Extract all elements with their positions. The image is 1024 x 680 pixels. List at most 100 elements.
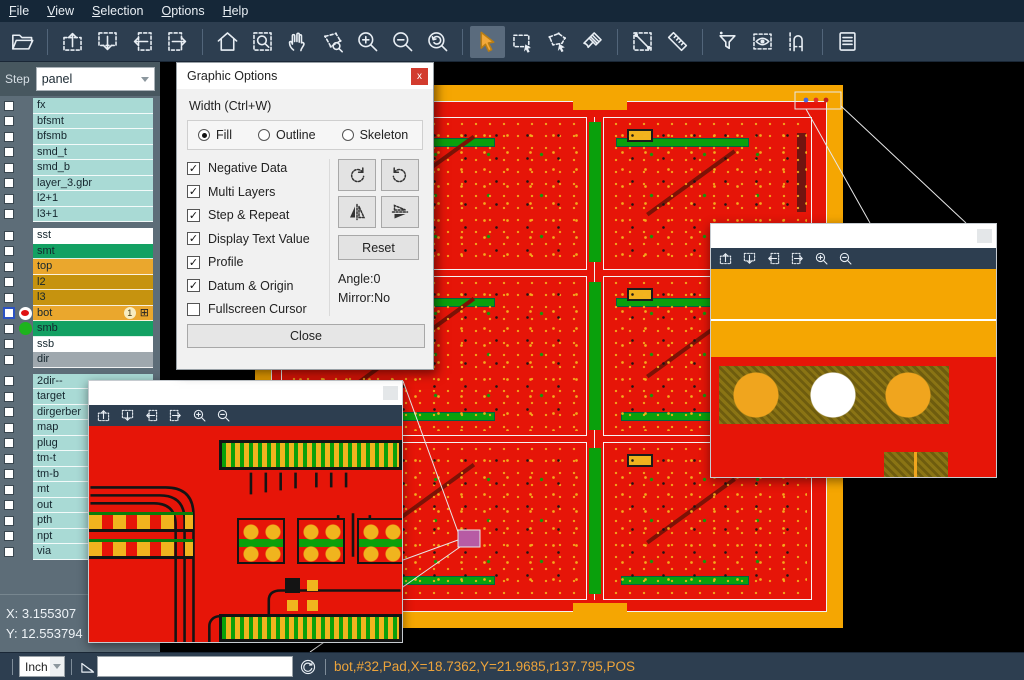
option-datum-origin[interactable]: ✓Datum & Origin <box>187 279 329 293</box>
option-negative-data[interactable]: ✓Negative Data <box>187 161 329 175</box>
layer-row-bfsmb[interactable]: bfsmb <box>0 129 160 145</box>
layer-row-sst[interactable]: sst <box>0 228 160 244</box>
grid-icon[interactable]: ⊞ <box>140 307 149 318</box>
radio-fill[interactable]: Fill <box>198 128 232 142</box>
layer-checkbox[interactable] <box>4 324 14 334</box>
zoom-in-button[interactable] <box>814 251 829 266</box>
radio-skeleton[interactable]: Skeleton <box>342 128 409 142</box>
select-arrow-button[interactable] <box>470 26 505 58</box>
popup-menu-button[interactable] <box>977 229 992 243</box>
layer-checkbox[interactable] <box>4 485 14 495</box>
pan-up-button[interactable] <box>718 251 733 266</box>
zoom-window-button[interactable] <box>245 26 280 58</box>
zoom-out-button[interactable] <box>216 408 231 423</box>
layer-checkbox[interactable] <box>4 531 14 541</box>
select-polygon-button[interactable] <box>540 26 575 58</box>
shift-down-button[interactable] <box>90 26 125 58</box>
select-rect-button[interactable] <box>505 26 540 58</box>
layer-label[interactable]: sst <box>33 228 153 244</box>
zoom-out-button[interactable] <box>838 251 853 266</box>
layer-checkbox[interactable] <box>4 262 14 272</box>
command-input[interactable] <box>97 656 293 677</box>
layer-label[interactable]: bfsmt <box>33 114 153 130</box>
pan-down-button[interactable] <box>742 251 757 266</box>
layer-checkbox[interactable] <box>4 355 14 365</box>
open-file-button[interactable] <box>5 26 40 58</box>
layer-checkbox[interactable] <box>4 454 14 464</box>
pan-right-button[interactable] <box>790 251 805 266</box>
layer-label[interactable]: smd_t <box>33 145 153 161</box>
layer-checkbox[interactable] <box>4 469 14 479</box>
snap-magnet-button[interactable] <box>780 26 815 58</box>
zoom-polygon-button[interactable] <box>315 26 350 58</box>
layer-row-dir[interactable]: dir <box>0 352 160 368</box>
layer-checkbox[interactable] <box>4 407 14 417</box>
layer-checkbox[interactable] <box>3 307 15 319</box>
layer-row-l3[interactable]: l3 <box>0 290 160 306</box>
pan-left-button[interactable] <box>766 251 781 266</box>
layer-label[interactable]: top <box>33 259 153 275</box>
refresh-icon[interactable] <box>299 658 317 676</box>
popup-zoom-view[interactable] <box>89 426 402 642</box>
layer-label[interactable]: ssb <box>33 337 153 353</box>
layer-checkbox[interactable] <box>4 516 14 526</box>
layer-checkbox[interactable] <box>4 178 14 188</box>
reset-button[interactable]: Reset <box>338 235 419 260</box>
layer-checkbox[interactable] <box>4 132 14 142</box>
menu-options[interactable]: Options <box>161 4 204 18</box>
layer-checkbox[interactable] <box>4 277 14 287</box>
zoom-in-button[interactable] <box>350 26 385 58</box>
shift-up-button[interactable] <box>55 26 90 58</box>
zoom-out-button[interactable] <box>385 26 420 58</box>
layer-label[interactable]: dir <box>33 352 153 368</box>
layer-table-button[interactable] <box>830 26 865 58</box>
layer-checkbox[interactable] <box>4 231 14 241</box>
layer-checkbox[interactable] <box>4 500 14 510</box>
pan-up-button[interactable] <box>96 408 111 423</box>
layer-checkbox[interactable] <box>4 547 14 557</box>
layer-row-ssb[interactable]: ssb <box>0 337 160 353</box>
layer-checkbox[interactable] <box>4 376 14 386</box>
mirror-horizontal-button[interactable] <box>338 196 376 228</box>
layer-checkbox[interactable] <box>4 423 14 433</box>
layer-checkbox[interactable] <box>4 116 14 126</box>
zoom-in-button[interactable] <box>192 408 207 423</box>
layer-label[interactable]: l2 <box>33 275 153 291</box>
layer-label[interactable]: bfsmb <box>33 129 153 145</box>
layer-row-bot[interactable]: bot1⊞ <box>0 306 160 322</box>
shift-left-button[interactable] <box>125 26 160 58</box>
menu-help[interactable]: Help <box>223 4 249 18</box>
option-fullscreen-cursor[interactable]: Fullscreen Cursor <box>187 302 329 316</box>
pan-right-button[interactable] <box>168 408 183 423</box>
menu-view[interactable]: View <box>47 4 74 18</box>
layer-row-smd_t[interactable]: smd_t <box>0 145 160 161</box>
layer-checkbox[interactable] <box>4 438 14 448</box>
close-icon[interactable]: x <box>411 68 428 85</box>
shift-right-button[interactable] <box>160 26 195 58</box>
home-view-button[interactable] <box>210 26 245 58</box>
zoom-previous-button[interactable] <box>420 26 455 58</box>
clean-layer-button[interactable] <box>575 26 610 58</box>
layer-label[interactable]: l3 <box>33 290 153 306</box>
layer-label[interactable]: bot1⊞ <box>33 306 153 322</box>
layer-label[interactable]: smd_b <box>33 160 153 176</box>
corner-measure-icon[interactable] <box>78 657 97 676</box>
dialog-close-button[interactable]: Close <box>187 324 425 348</box>
layer-label[interactable]: fx <box>33 98 153 114</box>
layer-row-smt[interactable]: smt <box>0 244 160 260</box>
layer-checkbox[interactable] <box>4 101 14 111</box>
layer-label[interactable]: l3+1 <box>33 207 153 223</box>
popup-menu-button[interactable] <box>383 386 398 400</box>
layer-checkbox[interactable] <box>4 147 14 157</box>
pan-down-button[interactable] <box>120 408 135 423</box>
layer-label[interactable]: l2+1 <box>33 191 153 207</box>
option-profile[interactable]: ✓Profile <box>187 255 329 269</box>
layer-row-bfsmt[interactable]: bfsmt <box>0 114 160 130</box>
rotate-cw-button[interactable] <box>338 159 376 191</box>
filter-button[interactable] <box>710 26 745 58</box>
layer-row-l2[interactable]: l2 <box>0 275 160 291</box>
layer-label[interactable]: layer_3.gbr <box>33 176 153 192</box>
popup-title-bar[interactable] <box>89 381 402 405</box>
layer-row-fx[interactable]: fx <box>0 98 160 114</box>
radio-outline[interactable]: Outline <box>258 128 316 142</box>
